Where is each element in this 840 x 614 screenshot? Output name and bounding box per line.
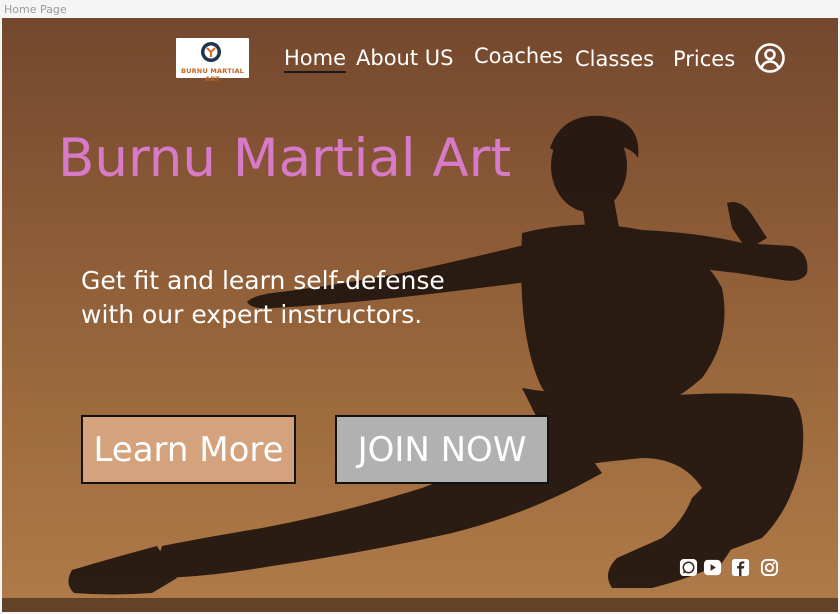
user-circle-icon[interactable] — [754, 42, 786, 74]
learn-more-button[interactable]: Learn More — [81, 415, 296, 484]
instagram-icon[interactable] — [760, 558, 779, 577]
nav-about-us[interactable]: About US — [356, 46, 453, 70]
whatsapp-icon[interactable] — [679, 558, 698, 577]
frame-label: Home Page — [4, 3, 67, 16]
logo[interactable]: BURNU MARTIAL ART — [176, 38, 249, 83]
logo-text: BURNU MARTIAL ART — [180, 67, 245, 83]
nav-classes[interactable]: Classes — [575, 47, 654, 71]
youtube-icon[interactable] — [703, 558, 722, 577]
tagline-line-2: with our expert instructors. — [81, 300, 423, 329]
hero-section: BURNU MARTIAL ART Home About US Coaches … — [2, 18, 838, 612]
join-now-button[interactable]: JOIN NOW — [335, 415, 549, 484]
tagline-line-1: Get fit and learn self-defense — [81, 266, 445, 295]
nav-prices[interactable]: Prices — [673, 47, 735, 71]
hero-title: Burnu Martial Art — [58, 128, 512, 189]
facebook-icon[interactable] — [731, 558, 750, 577]
hero-tagline: Get fit and learn self-defense with our … — [81, 264, 541, 332]
logo-mark-icon — [201, 42, 221, 62]
nav-home[interactable]: Home — [284, 46, 347, 73]
nav-coaches[interactable]: Coaches — [474, 44, 563, 68]
